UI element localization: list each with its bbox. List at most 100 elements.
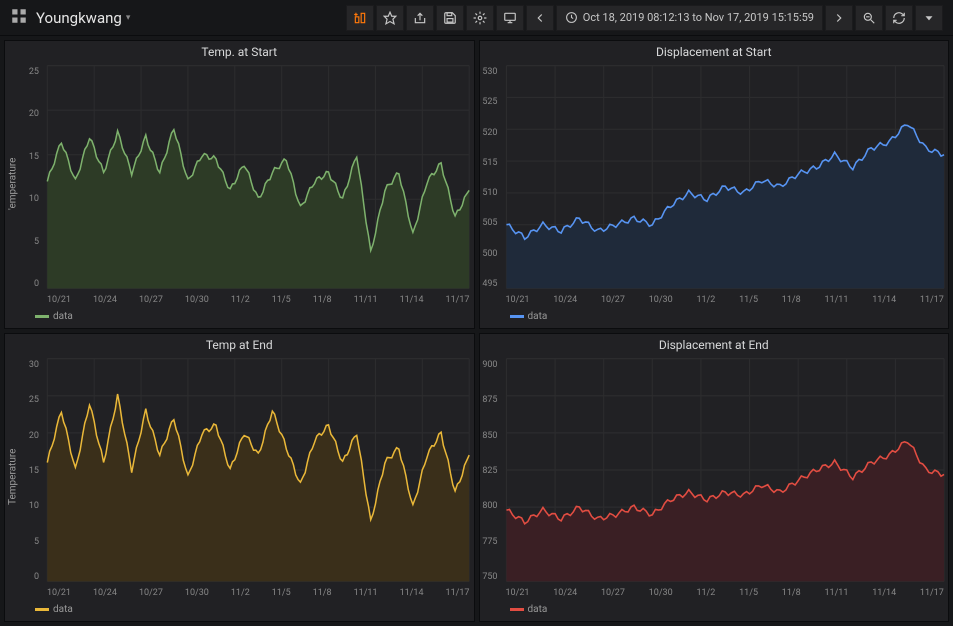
share-button[interactable] bbox=[406, 5, 434, 31]
y-tick: 800 bbox=[482, 501, 497, 511]
timerange-text: Oct 18, 2019 08:12:13 to Nov 17, 2019 15… bbox=[583, 11, 814, 24]
legend[interactable]: data bbox=[480, 600, 949, 621]
y-ticks: 530525520515510505500495 bbox=[480, 61, 502, 307]
plot-area: 10/2110/2410/2710/3011/211/511/811/1111/… bbox=[502, 354, 949, 600]
x-tick: 11/17 bbox=[920, 295, 944, 307]
panel-disp_start[interactable]: Displacement at Start5305255205155105055… bbox=[479, 40, 950, 329]
x-tick: 11/14 bbox=[400, 588, 424, 600]
x-tick: 11/11 bbox=[354, 588, 378, 600]
panel-body: 900875850825800775750 10/2110/2410/2710/… bbox=[480, 354, 949, 600]
y-tick: 10 bbox=[29, 194, 39, 204]
x-tick: 11/14 bbox=[872, 588, 896, 600]
star-button[interactable] bbox=[376, 5, 404, 31]
legend-swatch bbox=[510, 315, 524, 318]
y-axis-label: 'emperature bbox=[5, 61, 21, 307]
y-tick: 530 bbox=[482, 67, 497, 77]
x-ticks: 10/2110/2410/2710/3011/211/511/811/1111/… bbox=[43, 293, 474, 307]
x-tick: 11/5 bbox=[272, 295, 291, 307]
y-tick: 10 bbox=[29, 501, 39, 511]
x-tick: 10/21 bbox=[47, 588, 71, 600]
panel-title: Displacement at Start bbox=[480, 41, 949, 61]
legend[interactable]: data bbox=[5, 307, 474, 328]
legend-label: data bbox=[528, 311, 548, 322]
caret-down-icon: ▾ bbox=[126, 13, 131, 23]
x-tick: 10/21 bbox=[506, 295, 530, 307]
refresh-button[interactable] bbox=[885, 5, 913, 31]
y-tick: 20 bbox=[29, 431, 39, 441]
legend-swatch bbox=[510, 608, 524, 611]
panel-temp_start[interactable]: Temp. at Start'emperature2520151050 10/2… bbox=[4, 40, 475, 329]
y-tick: 510 bbox=[482, 188, 497, 198]
clock-icon bbox=[565, 11, 578, 24]
panels-grid: Temp. at Start'emperature2520151050 10/2… bbox=[0, 36, 953, 626]
timerange-next-button[interactable] bbox=[825, 5, 853, 31]
legend-label: data bbox=[528, 604, 548, 615]
chart-svg[interactable] bbox=[43, 61, 474, 293]
x-tick: 11/17 bbox=[446, 588, 470, 600]
x-tick: 11/2 bbox=[696, 295, 715, 307]
y-tick: 0 bbox=[34, 572, 39, 582]
x-tick: 11/14 bbox=[400, 295, 424, 307]
y-tick: 525 bbox=[482, 97, 497, 107]
timerange-picker[interactable]: Oct 18, 2019 08:12:13 to Nov 17, 2019 15… bbox=[556, 5, 823, 31]
save-button[interactable] bbox=[436, 5, 464, 31]
cycle-view-button[interactable] bbox=[496, 5, 524, 31]
x-tick: 11/17 bbox=[446, 295, 470, 307]
y-tick: 15 bbox=[29, 152, 39, 162]
plot-area: 10/2110/2410/2710/3011/211/511/811/1111/… bbox=[43, 354, 474, 600]
legend[interactable]: data bbox=[480, 307, 949, 328]
y-axis-label: Temperature bbox=[5, 354, 21, 600]
x-ticks: 10/2110/2410/2710/3011/211/511/811/1111/… bbox=[502, 586, 949, 600]
refresh-interval-button[interactable] bbox=[915, 5, 943, 31]
panel-body: Temperature 30 25 20 15 10 5 0 10/21 10/24 10/27 1… bbox=[5, 354, 474, 600]
panel-body: 530525520515510505500495 10/2110/2410/27… bbox=[480, 61, 949, 307]
legend-label: data bbox=[53, 604, 73, 615]
y-tick: 505 bbox=[482, 218, 497, 228]
y-tick: 5 bbox=[34, 537, 39, 547]
x-tick: 11/2 bbox=[231, 295, 250, 307]
y-tick: 25 bbox=[29, 395, 39, 405]
topbar: Youngkwang ▾ Oct 18, 2019 08:12:13 to No… bbox=[0, 0, 953, 36]
y-tick: 775 bbox=[482, 537, 497, 547]
y-tick: 30 bbox=[29, 360, 39, 370]
x-tick: 11/5 bbox=[272, 588, 291, 600]
add-panel-button[interactable] bbox=[346, 5, 374, 31]
y-ticks: 30 25 20 15 10 5 0 bbox=[21, 354, 43, 600]
dashboard-title-picker[interactable]: Youngkwang ▾ bbox=[36, 9, 130, 27]
timerange-prev-button[interactable] bbox=[526, 5, 554, 31]
x-tick: 10/24 bbox=[93, 588, 117, 600]
settings-button[interactable] bbox=[466, 5, 494, 31]
x-tick: 10/30 bbox=[185, 588, 209, 600]
x-tick: 10/27 bbox=[139, 588, 163, 600]
legend[interactable]: data bbox=[5, 600, 474, 621]
x-tick: 11/14 bbox=[872, 295, 896, 307]
x-tick: 11/2 bbox=[231, 588, 250, 600]
panel-temp_end[interactable]: Temp at EndTemperature302520151050 10/21… bbox=[4, 333, 475, 622]
x-tick: 11/11 bbox=[824, 588, 848, 600]
y-tick: 750 bbox=[482, 572, 497, 582]
y-tick: 875 bbox=[482, 395, 497, 405]
chart-svg[interactable] bbox=[502, 354, 949, 586]
x-tick: 10/24 bbox=[553, 295, 577, 307]
legend-label: data bbox=[53, 311, 73, 322]
y-tick: 5 bbox=[34, 237, 39, 247]
y-tick: 520 bbox=[482, 128, 497, 138]
chart-svg[interactable] bbox=[43, 354, 474, 586]
x-ticks: 10/2110/2410/2710/3011/211/511/811/1111/… bbox=[502, 293, 949, 307]
x-tick: 10/21 bbox=[506, 588, 530, 600]
panel-disp_end[interactable]: Displacement at End900875850825800775750… bbox=[479, 333, 950, 622]
zoom-out-button[interactable] bbox=[855, 5, 883, 31]
panel-body: 'emperature2520151050 10/2110/2410/2710/… bbox=[5, 61, 474, 307]
dashboard-grid-icon[interactable] bbox=[10, 7, 28, 28]
y-tick: 25 bbox=[29, 67, 39, 77]
panel-title: Displacement at End bbox=[480, 334, 949, 354]
y-tick: 20 bbox=[29, 109, 39, 119]
x-tick: 11/8 bbox=[782, 295, 801, 307]
x-tick: 10/30 bbox=[185, 295, 209, 307]
chart-svg[interactable] bbox=[502, 61, 949, 293]
legend-swatch bbox=[35, 315, 49, 318]
y-tick: 850 bbox=[482, 431, 497, 441]
x-tick: 11/11 bbox=[354, 295, 378, 307]
x-tick: 11/5 bbox=[739, 588, 758, 600]
y-tick: 15 bbox=[29, 466, 39, 476]
